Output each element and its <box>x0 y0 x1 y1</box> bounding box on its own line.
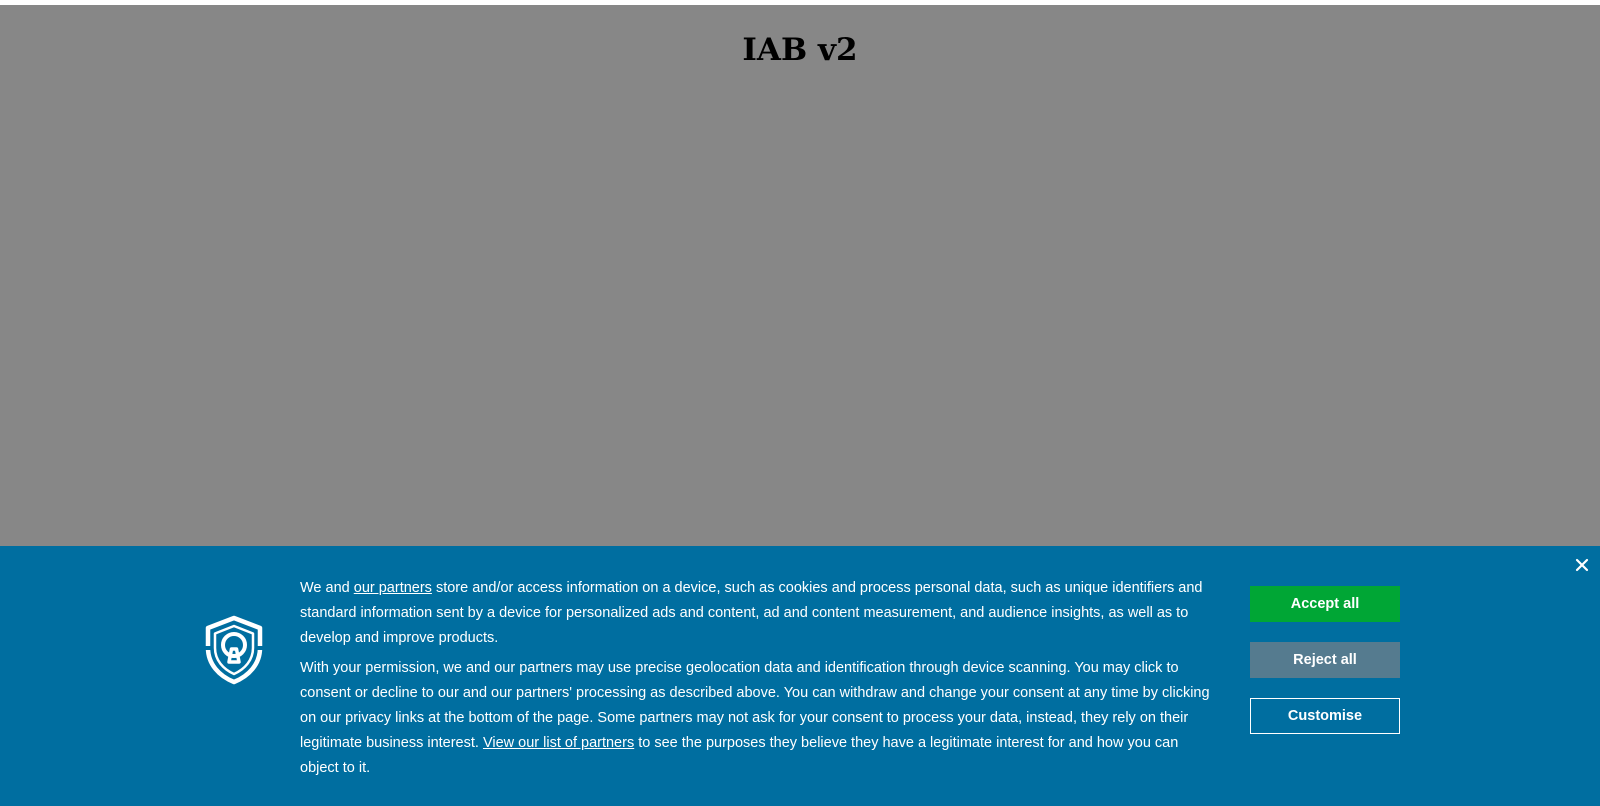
consent-paragraph-1-prefix: We and <box>300 580 354 596</box>
page: IAB v2 We and our partners store and/or … <box>0 0 1600 806</box>
close-icon <box>1575 558 1589 572</box>
shield-keyhole-icon <box>202 614 266 686</box>
reject-all-button[interactable]: Reject all <box>1250 642 1400 678</box>
customise-button[interactable]: Customise <box>1250 698 1400 734</box>
close-button[interactable] <box>1571 554 1593 576</box>
page-title: IAB v2 <box>742 32 858 68</box>
accept-all-button[interactable]: Accept all <box>1250 586 1400 622</box>
our-partners-link[interactable]: our partners <box>354 580 432 596</box>
view-partners-list-link[interactable]: View our list of partners <box>483 735 634 751</box>
consent-banner: We and our partners store and/or access … <box>0 546 1600 806</box>
consent-paragraph-1: We and our partners store and/or access … <box>300 576 1220 651</box>
consent-paragraph-2: With your permission, we and our partner… <box>300 656 1220 781</box>
consent-text: We and our partners store and/or access … <box>300 576 1220 786</box>
consent-paragraph-1-suffix: store and/or access information on a dev… <box>300 580 1203 646</box>
